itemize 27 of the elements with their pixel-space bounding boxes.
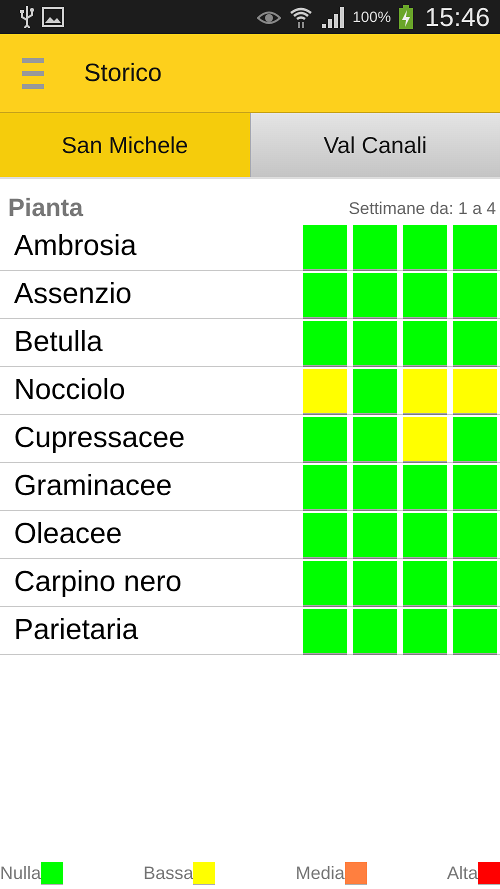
- plant-name: Betulla: [13, 326, 104, 359]
- usb-icon: [20, 6, 34, 28]
- legend-label: Nulla: [0, 862, 42, 884]
- wifi-icon: [288, 5, 313, 29]
- plant-name: Parietaria: [13, 614, 140, 647]
- column-header: Pianta: [8, 194, 84, 223]
- plant-name: Graminacee: [13, 470, 173, 503]
- menu-icon[interactable]: [22, 58, 44, 88]
- plant-name: Cupressacee: [13, 422, 186, 455]
- location-tab[interactable]: Val Canali: [250, 113, 500, 177]
- plant-name: Oleacee: [13, 518, 124, 551]
- plant-name: Carpino nero: [13, 566, 183, 599]
- location-tab[interactable]: San Michele: [0, 113, 250, 177]
- screen-title: Storico: [84, 58, 162, 88]
- legend-label: Media: [296, 862, 345, 884]
- eye-icon: [256, 9, 281, 25]
- plant-name: Assenzio: [13, 278, 133, 311]
- legend-label: Alta: [446, 862, 478, 884]
- plant-name: Ambrosia: [13, 230, 138, 263]
- battery-charging-icon: [398, 5, 413, 29]
- legend-label: Bassa: [143, 862, 194, 884]
- battery-level: 100%: [352, 8, 391, 26]
- clock-time: 15:46: [424, 2, 490, 32]
- signal-icon: [320, 6, 345, 28]
- plant-name: Nocciolo: [13, 374, 126, 407]
- weeks-range-label: Settimane da: 1 a 4: [348, 199, 496, 220]
- image-icon: [42, 7, 64, 27]
